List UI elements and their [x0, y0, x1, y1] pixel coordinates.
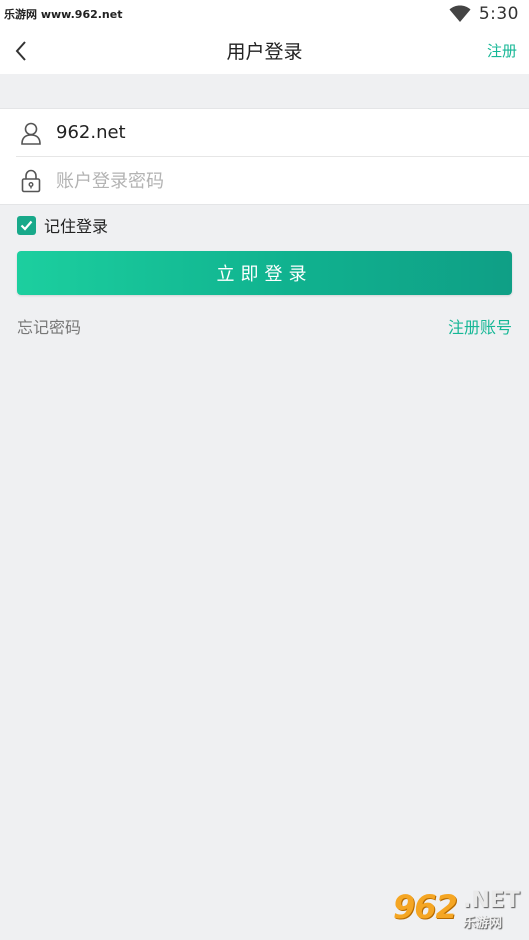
remember-login[interactable]: 记住登录: [17, 214, 108, 236]
app-header: 用户登录 注册: [0, 28, 529, 74]
remember-label: 记住登录: [44, 217, 109, 236]
checkmark-icon: [20, 220, 33, 231]
password-row: [16, 157, 529, 205]
login-form: 962.net: [0, 108, 529, 205]
watermark-logo: 962 .NET 乐游网: [393, 888, 523, 932]
wifi-icon: [449, 5, 471, 22]
watermark-sub: 乐游网: [463, 916, 503, 931]
page-title: 用户登录: [226, 41, 303, 63]
watermark-number: 962: [393, 888, 458, 926]
status-bar: 乐游网 www.962.net 5:30: [0, 0, 529, 28]
register-link[interactable]: 注册: [487, 40, 517, 61]
username-row: 962.net: [16, 109, 529, 157]
status-clock: 5:30: [478, 4, 519, 24]
login-button[interactable]: 立即登录: [17, 251, 512, 295]
links-row: 忘记密码 注册账号: [17, 314, 512, 338]
status-right: 5:30: [449, 4, 519, 24]
remember-checkbox[interactable]: [17, 215, 36, 235]
signup-link[interactable]: 注册账号: [448, 314, 512, 338]
status-site-label: 乐游网 www.962.net: [4, 8, 123, 21]
lock-icon: [21, 169, 41, 193]
password-input[interactable]: [56, 170, 456, 192]
username-field[interactable]: 962.net: [56, 122, 126, 143]
user-icon: [21, 122, 41, 145]
watermark-suffix: .NET: [463, 888, 520, 913]
forgot-password-link[interactable]: 忘记密码: [17, 314, 81, 338]
